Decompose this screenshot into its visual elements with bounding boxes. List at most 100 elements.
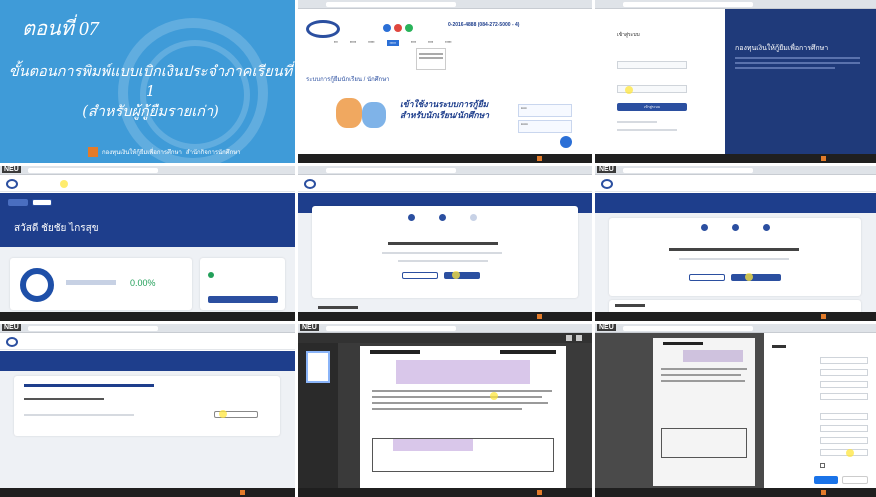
address-bar[interactable] [623,2,753,7]
login-page: เข้าสู่ระบบ เข้าสู่ระบบ กองทุนเงินให้กู้… [595,0,876,163]
site-logo-icon[interactable] [6,337,18,347]
print-icon[interactable] [576,335,582,341]
table-heading [615,304,645,307]
download-icon[interactable] [566,335,572,341]
pages-select[interactable] [820,369,868,376]
site-nav [0,176,295,192]
card-heading [669,248,799,251]
site-logo-icon[interactable] [306,20,340,38]
browser-chrome [298,324,592,333]
browser-chrome [0,166,295,175]
facebook-icon[interactable] [383,24,391,32]
address-bar[interactable] [623,168,753,173]
nav-item[interactable]: ▪▪▪ [334,40,338,46]
link-text[interactable] [617,129,677,131]
header-band [0,351,295,371]
address-bar[interactable] [28,168,158,173]
print-form-button[interactable] [731,274,781,281]
address-bar[interactable] [326,168,456,173]
tab[interactable] [32,199,52,206]
dashboard: NEU สวัสดี ชัยชัย ไกรสุข 0.00% [0,166,295,321]
print-button[interactable] [814,476,838,484]
address-bar[interactable] [28,326,158,331]
hero-title: กองทุนเงินให้กู้ยืมเพื่อการศึกษา [735,45,829,52]
browser-chrome [0,324,295,333]
logo-icon [537,156,542,161]
text-line [372,408,522,410]
nav-item[interactable]: ▪▪▪▪▪ [445,40,451,46]
background-graphics-checkbox[interactable] [820,463,825,468]
margins-select[interactable] [820,437,868,444]
taskbar [0,488,295,497]
side-link[interactable]: ▪▪▪▪▪▪ [518,120,572,133]
address-bar[interactable] [623,326,753,331]
logo-icon [821,314,826,319]
print-preview [653,338,755,486]
neu-badge: NEU [2,166,21,173]
step-dot [701,224,708,231]
login-banner[interactable]: เข้าใช้งานระบบการกู้ยืม สำหรับนักเรียน/น… [326,92,506,132]
contract-steps [298,166,592,321]
cancel-button[interactable] [842,476,868,484]
card-text [679,258,789,260]
taskbar [595,154,876,163]
copies-input[interactable] [820,381,868,388]
taskbar [0,312,295,321]
address-bar[interactable] [326,2,456,7]
neu-badge: NEU [597,166,616,173]
username-input[interactable] [617,61,687,69]
site-logo-icon[interactable] [6,179,18,189]
page-thumbnail[interactable] [306,351,330,383]
link-text[interactable] [617,121,657,123]
print-settings [764,333,876,488]
donut-chart [20,268,54,302]
site-logo-icon[interactable] [304,179,316,189]
percent-value: 0.00% [130,278,156,288]
student-illustration [336,98,362,128]
nav-item[interactable]: ▪▪▪▪ [428,40,433,46]
chat-icon[interactable] [560,136,572,148]
slide-title: ขั้นตอนการพิมพ์แบบเบิกเงินประจำภาคเรียนท… [8,62,293,122]
site-logo-icon[interactable] [601,179,613,189]
login-heading: เข้าสู่ระบบ [617,32,640,38]
banner-text: เข้าใช้งานระบบการกู้ยืม สำหรับนักเรียน/น… [400,99,489,121]
print-dialog-view: NEU [595,324,876,497]
stepper [408,214,477,221]
nav-item[interactable]: ▪▪▪▪ [411,40,416,46]
taskbar [595,312,876,321]
login-button[interactable]: เข้าสู่ระบบ [617,103,687,111]
paper-size-select[interactable] [820,413,868,420]
view-button[interactable] [208,296,278,303]
org-left: กองทุนเงินให้กู้ยืมเพื่อการศึกษา [102,150,182,156]
back-button[interactable] [689,274,725,281]
tab-home[interactable] [8,199,28,206]
dropdown-item[interactable] [419,57,443,59]
nav-item[interactable]: ▪▪▪▪▪ [350,40,356,46]
student-illustration [362,102,386,128]
nav-item[interactable]: ▪▪▪▪▪ [368,40,374,46]
card-text [382,252,502,254]
desc-line [735,62,860,64]
youtube-icon[interactable] [394,24,402,32]
browser-chrome [595,166,876,175]
back-button[interactable] [402,272,438,279]
barcode [663,342,703,345]
destination-select[interactable] [820,357,868,364]
address-bar[interactable] [326,326,456,331]
org-right: สำนักกิจการนักศึกษา [185,150,241,156]
nav-item-active[interactable]: ▪▪▪▪▪ [386,40,399,46]
dropdown-item[interactable] [419,53,443,55]
pages-per-sheet-select[interactable] [820,425,868,432]
text-line [661,380,745,382]
line-icon[interactable] [405,24,413,32]
text-line [661,374,741,376]
neu-badge: NEU [597,324,616,331]
nav-dropdown[interactable] [416,48,446,70]
confirm-button[interactable] [444,272,480,279]
stepper [701,224,770,231]
header-band [0,193,295,213]
taskbar [298,154,592,163]
layout-select[interactable] [820,393,868,400]
side-link[interactable]: ▪▪▪▪▪ [518,104,572,117]
scale-select[interactable] [820,449,868,456]
